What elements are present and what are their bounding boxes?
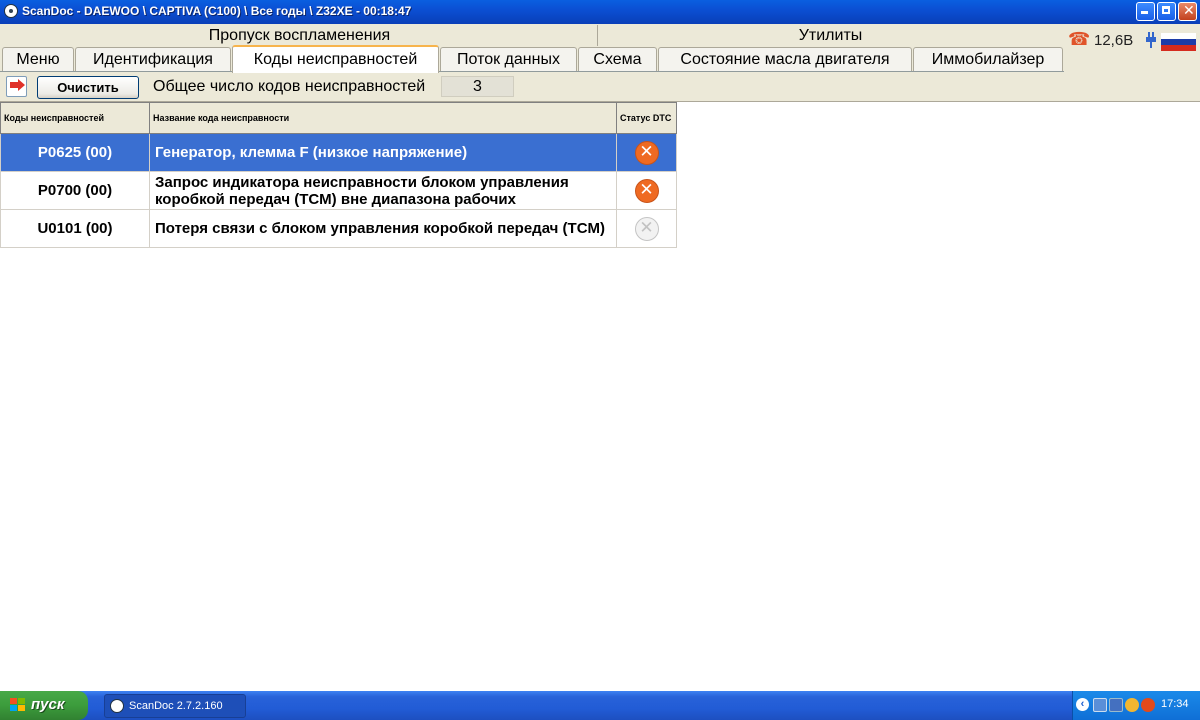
dtc-name-cell[interactable]: Генератор, клемма F (низкое напряжение) — [149, 133, 617, 172]
toolbar: Очистить Общее число кодов неисправносте… — [0, 72, 1200, 100]
dtc-code-cell[interactable]: U0101 (00) — [0, 209, 150, 248]
maximize-icon — [1162, 6, 1170, 14]
tab-engine-oil-condition[interactable]: Состояние масла двигателя — [658, 47, 912, 71]
status-active-icon: ✕ — [634, 178, 659, 203]
clock[interactable]: 17:34 — [1161, 698, 1189, 710]
dtc-status-cell[interactable]: ✕ — [616, 171, 677, 210]
russian-flag-icon — [1161, 33, 1196, 51]
table-row[interactable]: P0700 (00) Запрос индикатора неисправнос… — [0, 171, 677, 210]
table-row[interactable]: U0101 (00) Потеря связи с блоком управле… — [0, 209, 677, 248]
close-button[interactable]: ✕ — [1178, 2, 1197, 21]
start-label: пуск — [31, 696, 65, 713]
close-icon: ✕ — [1183, 3, 1195, 19]
flower-icon[interactable] — [1125, 698, 1139, 712]
tab-menu[interactable]: Меню — [2, 47, 74, 71]
tab-fault-codes[interactable]: Коды неисправностей — [232, 45, 439, 73]
chevron-left-icon[interactable]: ‹ — [1076, 698, 1089, 711]
dtc-name-cell[interactable]: Запрос индикатора неисправности блоком у… — [149, 171, 617, 210]
column-header-code[interactable]: Коды неисправностей — [0, 102, 150, 134]
maximize-button[interactable] — [1157, 2, 1176, 21]
group-header-utilities: Утилиты — [598, 25, 1063, 46]
table-header-row: Коды неисправностей Название кода неиспр… — [0, 102, 677, 134]
tab-data-stream[interactable]: Поток данных — [440, 47, 577, 71]
battery-voltage: 12,6В — [1094, 32, 1134, 49]
minimize-icon — [1141, 11, 1148, 14]
dtc-code-cell[interactable]: P0700 (00) — [0, 171, 150, 210]
status-area: ☎ 12,6В — [1064, 25, 1200, 71]
table-row[interactable]: P0625 (00) Генератор, клемма F (низкое н… — [0, 133, 677, 172]
dtc-status-cell[interactable]: ✕ — [616, 209, 677, 248]
fault-codes-panel: Коды неисправностей Название кода неиспр… — [0, 101, 1200, 692]
tab-diagram[interactable]: Схема — [578, 47, 657, 71]
dtc-table: Коды неисправностей Название кода неиспр… — [0, 102, 677, 248]
column-header-status[interactable]: Статус DTC — [616, 102, 677, 134]
start-button[interactable]: пуск — [0, 691, 88, 720]
network-icon[interactable] — [1093, 698, 1107, 712]
arrow-right-icon — [10, 82, 18, 88]
minimize-button[interactable] — [1136, 2, 1155, 21]
tab-immobilizer[interactable]: Иммобилайзер — [913, 47, 1063, 71]
phone-icon: ☎ — [1068, 29, 1091, 50]
dtc-code-cell[interactable]: P0625 (00) — [0, 133, 150, 172]
dtc-count-value: 3 — [441, 76, 514, 97]
plug-icon — [1146, 32, 1156, 48]
dtc-name-cell[interactable]: Потеря связи с блоком управления коробко… — [149, 209, 617, 248]
column-header-name[interactable]: Название кода неисправности — [149, 102, 617, 134]
taskbar-item-label: ScanDoc 2.7.2.160 — [129, 700, 223, 712]
clear-codes-button[interactable]: Очистить — [37, 76, 139, 99]
dtc-count-label: Общее число кодов неисправностей — [153, 78, 426, 95]
windows-logo-icon — [10, 698, 26, 713]
window-title: ScanDoc - DAEWOO \ CAPTIVA (C100) \ Все … — [22, 4, 412, 18]
group-header-misfire: Пропуск воспламенения — [2, 25, 598, 46]
taskbar: пуск ScanDoc 2.7.2.160 ‹ 17:34 — [0, 691, 1200, 720]
monitor-icon[interactable] — [1109, 698, 1123, 712]
security-shield-icon[interactable] — [1141, 698, 1155, 712]
status-inactive-icon: ✕ — [634, 216, 659, 241]
scandoc-app-icon — [4, 4, 18, 18]
status-active-icon: ✕ — [634, 140, 659, 165]
dtc-status-cell[interactable]: ✕ — [616, 133, 677, 172]
forward-arrow-button[interactable] — [6, 76, 27, 97]
taskbar-item-scandoc[interactable]: ScanDoc 2.7.2.160 — [104, 694, 246, 718]
system-tray: ‹ 17:34 — [1072, 691, 1200, 720]
scandoc-app-icon — [110, 699, 124, 713]
window-title-bar[interactable]: ScanDoc - DAEWOO \ CAPTIVA (C100) \ Все … — [0, 0, 1200, 24]
tab-identification[interactable]: Идентификация — [75, 47, 231, 71]
